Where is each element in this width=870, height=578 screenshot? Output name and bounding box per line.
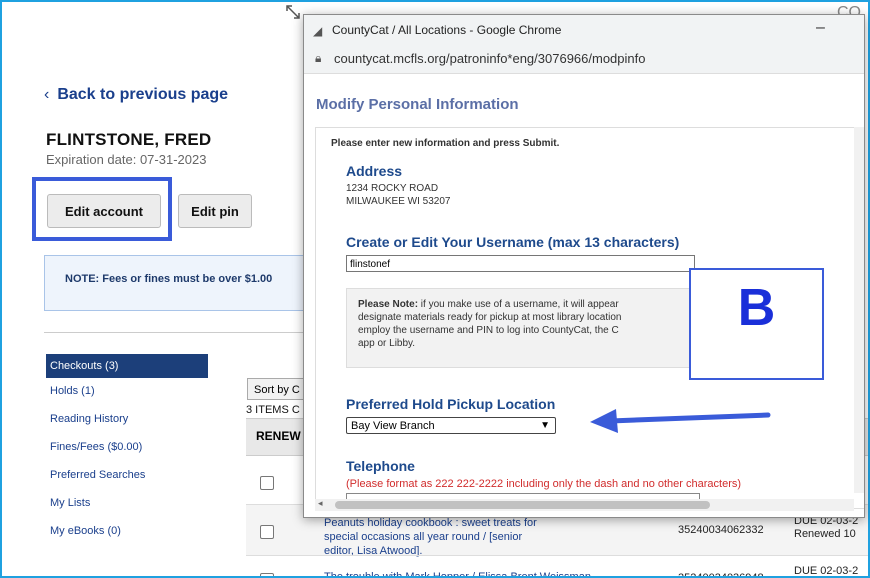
form-intro: Please enter new information and press S… xyxy=(331,138,560,149)
telephone-heading: Telephone xyxy=(346,458,415,474)
resize-cursor-icon xyxy=(286,5,300,19)
lock-icon: 🔒︎ xyxy=(315,51,322,65)
pickup-heading: Preferred Hold Pickup Location xyxy=(346,396,556,412)
back-link[interactable]: ‹ Back to previous page xyxy=(44,86,228,104)
chrome-app-icon: ◢ xyxy=(313,24,323,38)
edit-account-highlight-box xyxy=(32,177,172,241)
row-checkbox[interactable] xyxy=(260,476,274,490)
row-barcode: 35240034062332 xyxy=(678,524,764,536)
telephone-format-hint: (Please format as 222 222-2222 including… xyxy=(346,478,742,490)
fees-note-text: NOTE: Fees or fines must be over $1.00 xyxy=(65,273,273,285)
popup-heading: Modify Personal Information xyxy=(316,96,519,113)
address-heading: Address xyxy=(346,163,403,179)
username-heading: Create or Edit Your Username (max 13 cha… xyxy=(346,234,680,250)
callout-label-box: B xyxy=(689,268,824,380)
row-status: Renewed 10 xyxy=(794,528,856,540)
pickup-location-value: Bay View Branch xyxy=(351,420,435,432)
divider xyxy=(44,332,304,333)
username-note: Please Note: if you make use of a userna… xyxy=(346,288,706,368)
popup-titlebar: ◢ CountyCat / All Locations - Google Chr… xyxy=(304,15,864,45)
popup-window-title: CountyCat / All Locations - Google Chrom… xyxy=(332,23,562,37)
row-title-text: Peanuts holiday cookbook : sweet treats … xyxy=(324,517,537,557)
note-bold: Please Note: xyxy=(358,299,419,310)
account-sidebar: Checkouts (3) Holds (1) Reading History … xyxy=(46,354,208,550)
popup-url: countycat.mcfls.org/patroninfo*eng/30769… xyxy=(334,51,646,66)
edit-pin-button[interactable]: Edit pin xyxy=(178,194,252,228)
scroll-left-icon[interactable]: ◂ xyxy=(318,498,323,509)
address-line-2: MILWAUKEE WI 53207 xyxy=(346,196,451,207)
popup-address-bar[interactable]: 🔒︎ countycat.mcfls.org/patroninfo*eng/30… xyxy=(304,45,864,74)
row-title[interactable]: Peanuts holiday cookbook : sweet treats … xyxy=(324,516,664,558)
back-link-label: Back to previous page xyxy=(57,86,229,103)
row-checkbox[interactable] xyxy=(260,525,274,539)
row-due-date: DUE 02-03-2 xyxy=(794,565,859,577)
scrollbar-thumb[interactable] xyxy=(335,501,710,509)
username-input[interactable]: flinstonef xyxy=(346,255,695,272)
fees-note: NOTE: Fees or fines must be over $1.00 xyxy=(44,255,324,311)
horizontal-scrollbar[interactable]: ◂ xyxy=(315,498,854,511)
patron-name: FLINTSTONE, FRED xyxy=(46,130,212,149)
sidebar-item-my-ebooks[interactable]: My eBooks (0) xyxy=(46,522,208,550)
address-line-1: 1234 ROCKY ROAD xyxy=(346,183,439,194)
row-title[interactable]: The trouble with Mark Hopper / Elissa Br… xyxy=(324,570,664,576)
sidebar-item-reading-history[interactable]: Reading History xyxy=(46,410,208,438)
row-checkbox[interactable] xyxy=(260,573,274,576)
pointer-arrow-icon xyxy=(590,409,771,433)
sort-select[interactable]: Sort by C xyxy=(247,378,307,400)
chevron-down-icon: ▼ xyxy=(540,420,550,431)
sidebar-item-fines-fees[interactable]: Fines/Fees ($0.00) xyxy=(46,438,208,466)
vertical-scrollbar[interactable] xyxy=(854,127,864,493)
modify-info-popup-window: ◢ CountyCat / All Locations - Google Chr… xyxy=(303,14,865,518)
row-barcode: 35240034036948 xyxy=(678,572,764,578)
sidebar-item-checkouts[interactable]: Checkouts (3) xyxy=(46,354,208,378)
renew-column-header: RENEW xyxy=(256,429,301,443)
sidebar-item-preferred-searches[interactable]: Preferred Searches xyxy=(46,466,208,494)
callout-label: B xyxy=(737,279,776,337)
sidebar-item-holds[interactable]: Holds (1) xyxy=(46,382,208,410)
row-divider xyxy=(246,555,868,556)
minimize-button[interactable]: – xyxy=(816,19,825,37)
items-count: 3 ITEMS C xyxy=(246,404,300,416)
expiration-date: Expiration date: 07-31-2023 xyxy=(46,152,207,167)
sidebar-item-my-lists[interactable]: My Lists xyxy=(46,494,208,522)
pickup-location-select[interactable]: Bay View Branch ▼ xyxy=(346,417,556,434)
chevron-left-icon: ‹ xyxy=(44,86,50,103)
